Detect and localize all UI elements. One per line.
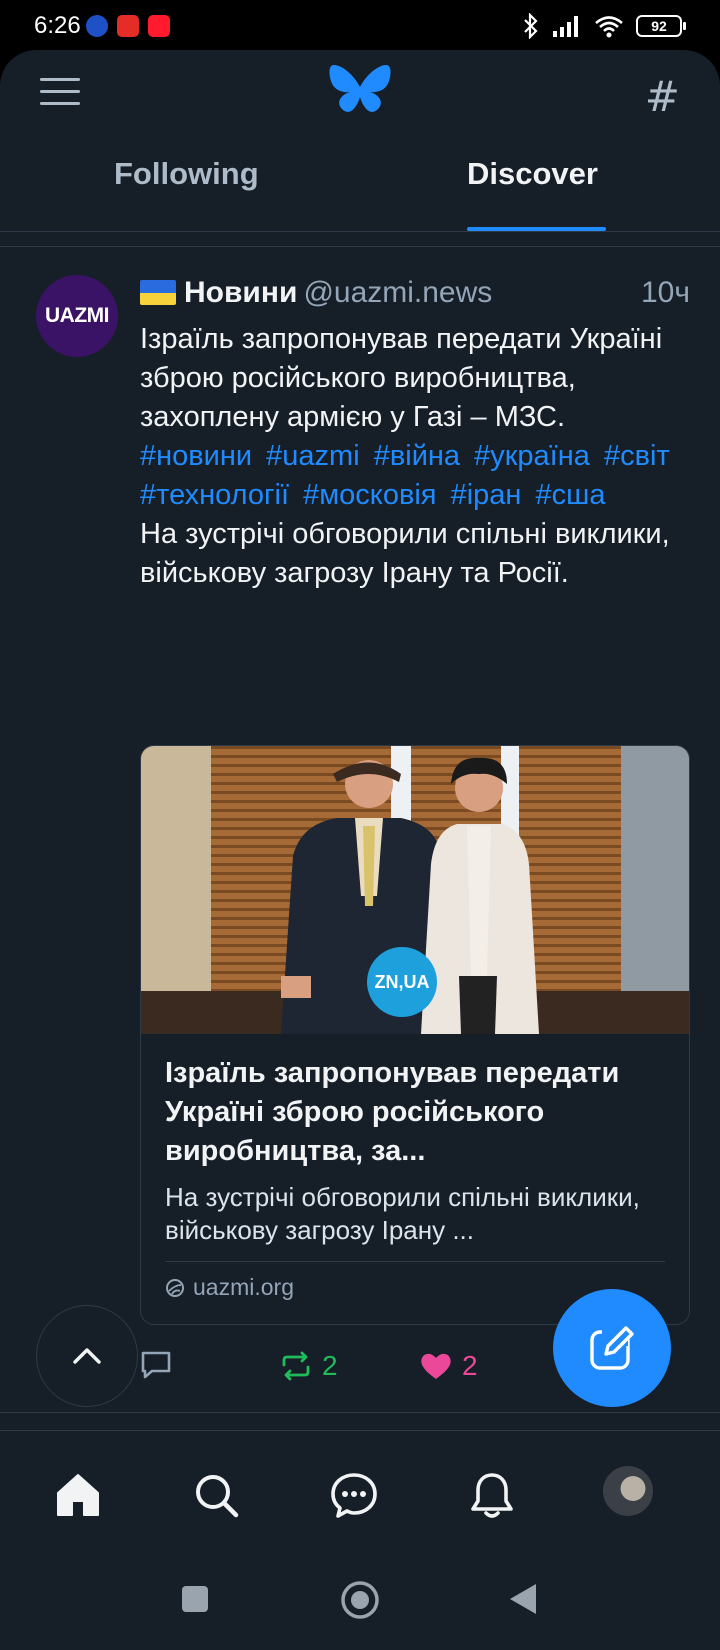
heart-icon [421,1353,451,1379]
battery-indicator: 92 [636,15,686,37]
author-name[interactable]: Новини [184,276,297,309]
youtube-notification-icon [117,15,139,37]
feed-tabs: Following Discover [0,140,720,232]
scroll-to-top-button[interactable] [36,1305,138,1407]
wifi-icon [595,16,623,38]
hashtag-link[interactable]: #україна [474,440,590,472]
nav-search[interactable] [188,1467,244,1523]
repost-icon [282,1351,310,1381]
signal-icon [553,16,578,37]
tab-following[interactable]: Following [114,156,259,192]
top-header: # [0,50,720,140]
bluetooth-icon [524,13,538,39]
opera-notification-icon [148,15,170,37]
image-badge: ZN,UA [374,972,430,992]
hash-icon[interactable]: # [645,72,680,121]
home-icon [57,1474,99,1516]
hashtag-link[interactable]: #світ [604,440,670,472]
bluesky-butterfly-icon[interactable] [328,63,392,119]
reply-button[interactable] [140,1350,182,1380]
feed-divider [0,246,720,247]
hashtag-link[interactable]: #новини [140,440,252,472]
link-title[interactable]: Ізраїль запропонував передати Україні зб… [165,1054,665,1171]
link-domain-text: uazmi.org [193,1274,294,1300]
nav-chat[interactable] [326,1467,382,1523]
post-header: Новини @uazmi.news 10ч [140,276,690,316]
chat-icon [331,1473,377,1518]
back-icon[interactable] [508,1582,538,1616]
app-surface: # Following Discover UAZMI Новини @uazmi.… [0,50,720,1560]
status-time: 6:26 [34,12,81,39]
like-button[interactable]: 2 [420,1350,478,1382]
search-icon [196,1475,239,1518]
notification-app-icon [86,15,108,37]
active-tab-indicator [467,227,606,231]
link-icon [166,1278,184,1297]
nav-profile-avatar[interactable] [603,1466,653,1516]
compose-icon [590,1326,634,1370]
system-navigation-bar [0,1560,720,1650]
bell-icon [471,1473,513,1518]
link-preview-card[interactable]: ZN,UA Ізраїль запропонував передати Укра… [140,745,690,1325]
tab-discover[interactable]: Discover [467,156,598,192]
ukraine-flag-icon [140,280,176,305]
status-bar: 6:26 92 [0,0,720,50]
repost-button[interactable]: 2 [280,1350,338,1382]
author-handle[interactable]: @uazmi.news [303,276,492,309]
home-circle-icon[interactable] [340,1580,380,1620]
hashtag-link[interactable]: #технології [140,479,289,511]
like-count: 2 [462,1350,478,1381]
compose-button[interactable] [553,1289,671,1407]
post-body: Ізраїль запропонував передати Україні зб… [140,320,695,593]
hashtag-link[interactable]: #московія [303,479,436,511]
link-description: На зустрічі обговорили спільні виклики, … [165,1182,640,1245]
hashtag-list: #новини #uazmi #війна #україна #світ #те… [140,437,695,515]
reply-icon [141,1351,171,1379]
author-avatar[interactable]: UAZMI [36,275,118,357]
chevron-up-icon [73,1348,101,1364]
hashtag-link[interactable]: #uazmi [266,440,360,472]
post-summary: На зустрічі обговорили спільні виклики, … [140,518,670,589]
link-preview-image: ZN,UA [141,746,689,1034]
recents-icon[interactable] [181,1585,209,1613]
hamburger-icon[interactable] [40,78,80,108]
hashtag-link[interactable]: #сша [535,479,605,511]
hashtag-link[interactable]: #війна [374,440,460,472]
post-time[interactable]: 10ч [641,276,690,310]
repost-count: 2 [322,1350,338,1381]
hashtag-link[interactable]: #іран [451,479,522,511]
post-text: Ізраїль запропонував передати Україні зб… [140,323,663,433]
actions-divider [0,1412,720,1413]
nav-notifications[interactable] [464,1467,520,1523]
bottom-navigation [0,1430,720,1560]
nav-home[interactable] [50,1467,106,1523]
